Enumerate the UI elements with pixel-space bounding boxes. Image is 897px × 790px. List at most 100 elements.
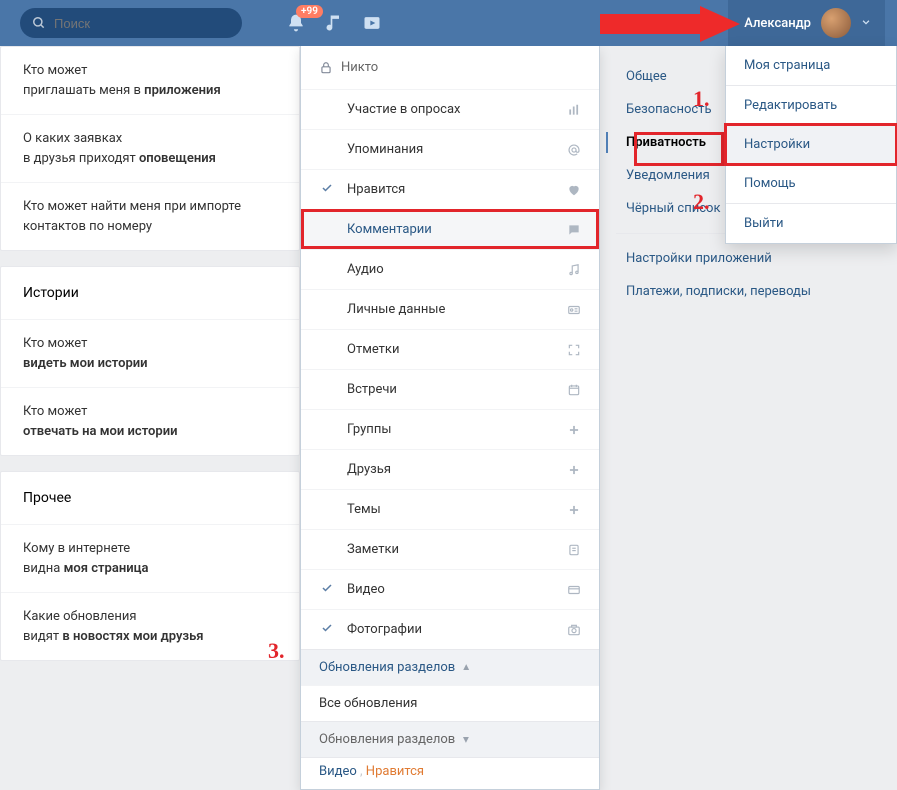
dropdown-all-updates[interactable]: Все обновления [301, 685, 599, 721]
dropdown-item[interactable]: Видео [301, 569, 599, 609]
setting-line1: Какие обновления [23, 607, 277, 627]
annotation-2: 2. [693, 189, 710, 215]
setting-row[interactable]: Кому в интернете видна моя страница [1, 524, 299, 592]
avatar [821, 8, 851, 38]
menu-settings[interactable]: Настройки [726, 125, 896, 164]
check-icon [321, 622, 333, 638]
setting-line1: Кто может найти меня при импорте [23, 197, 277, 217]
dropdown-item[interactable]: Встречи [301, 369, 599, 409]
camera-icon [567, 623, 581, 637]
setting-line1: Кто может [23, 334, 277, 354]
dropdown-item[interactable]: Нравится [301, 169, 599, 209]
setting-line1: Кто может [23, 61, 277, 81]
left-column: Кто может приглашать меня в приложения О… [0, 46, 300, 676]
nav-app-settings[interactable]: Настройки приложений [616, 242, 870, 275]
section-title: Истории [1, 267, 299, 319]
dropdown-item[interactable]: Друзья [301, 449, 599, 489]
settings-group-1: Кто может приглашать меня в приложения О… [0, 46, 300, 251]
dropdown-item-label: Отметки [347, 342, 399, 357]
nav-payments[interactable]: Платежи, подписки, переводы [616, 275, 870, 308]
dropdown-header-text: Никто [341, 60, 378, 75]
dropdown-item[interactable]: Группы [301, 409, 599, 449]
setting-line2: приглашать меня в приложения [23, 81, 277, 101]
dropdown-footer: Видео , Нравится [301, 757, 599, 789]
plus-icon [567, 463, 581, 477]
account-menu: Моя страница Редактировать Настройки Пом… [725, 46, 897, 244]
middle-column: Никто Участие в опросах Упоминания Нравитс… [300, 46, 600, 676]
topbar-icons: +99 [286, 13, 382, 33]
menu-edit[interactable]: Редактировать [726, 86, 896, 125]
check-icon [321, 182, 333, 198]
check-icon [321, 582, 333, 598]
settings-group-stories: Истории Кто может видеть мои истории Кто… [0, 266, 300, 456]
search-input[interactable] [54, 16, 230, 31]
calendar-icon [567, 383, 581, 397]
bars-icon [567, 103, 581, 117]
footer-like[interactable]: Нравится [366, 764, 424, 779]
dropdown-item-label: Комментарии [347, 222, 432, 237]
dropdown-item[interactable]: Комментарии [301, 209, 599, 249]
dropdown-item[interactable]: Отметки [301, 329, 599, 369]
topbar: +99 Александр [0, 0, 897, 46]
setting-line2: контактов по номеру [23, 217, 277, 237]
card-icon [567, 303, 581, 317]
setting-line2: видеть мои истории [23, 354, 277, 374]
menu-logout[interactable]: Выйти [726, 204, 896, 243]
footer-sep: , [360, 764, 363, 779]
dropdown-item[interactable]: Участие в опросах [301, 89, 599, 129]
dropdown-item-label: Участие в опросах [347, 102, 460, 117]
search-box[interactable] [20, 8, 242, 38]
plus-icon [567, 503, 581, 517]
annotation-3: 3. [268, 638, 285, 664]
dropdown-section[interactable]: Обновления разделов ▲ [301, 649, 599, 685]
menu-my-page[interactable]: Моя страница [726, 46, 896, 85]
setting-line1: О каких заявках [23, 129, 277, 149]
setting-line2: в друзья приходят оповещения [23, 149, 277, 169]
dropdown-section[interactable]: Обновления разделов ▲ [301, 721, 599, 757]
dropdown-item-label: Темы [347, 502, 381, 517]
setting-row[interactable]: Кто может приглашать меня в приложения [1, 47, 299, 114]
dropdown-item[interactable]: Личные данные [301, 289, 599, 329]
dropdown-item-label: Упоминания [347, 142, 423, 157]
music-icon[interactable] [324, 13, 344, 33]
search-icon [32, 16, 46, 30]
setting-line2: отвечать на мои истории [23, 422, 277, 442]
user-name: Александр [744, 16, 811, 31]
lock-icon [319, 61, 333, 75]
setting-row[interactable]: О каких заявках в друзья приходят оповещ… [1, 114, 299, 182]
plus-icon [567, 423, 581, 437]
setting-row[interactable]: Кто может найти меня при импорте контакт… [1, 182, 299, 250]
notifications-icon[interactable]: +99 [286, 13, 306, 33]
dropdown-item[interactable]: Темы [301, 489, 599, 529]
dropdown-item-label: Встречи [347, 382, 397, 397]
heart-icon [567, 183, 581, 197]
annotation-arrow [600, 6, 740, 42]
annotation-1: 1. [693, 86, 710, 112]
music-icon [567, 263, 581, 277]
dropdown-item-label: Заметки [347, 542, 399, 557]
settings-group-other: Прочее Кому в интернете видна моя страни… [0, 471, 300, 661]
dropdown-item[interactable]: Аудио [301, 249, 599, 289]
dropdown-item-label: Друзья [347, 462, 391, 477]
chevron-down-icon: ▲ [461, 734, 471, 745]
dropdown-item[interactable]: Фотографии [301, 609, 599, 649]
dropdown-item-label: Группы [347, 422, 391, 437]
dropdown-header: Никто [301, 46, 599, 89]
footer-video[interactable]: Видео [319, 764, 357, 779]
dropdown-item[interactable]: Упоминания [301, 129, 599, 169]
dropdown-item[interactable]: Заметки [301, 529, 599, 569]
setting-line1: Кому в интернете [23, 539, 277, 559]
user-menu-trigger[interactable]: Александр [728, 0, 885, 46]
dropdown-item-label: Видео [347, 582, 385, 597]
menu-help[interactable]: Помощь [726, 164, 896, 203]
setting-row[interactable]: Кто может отвечать на мои истории [1, 387, 299, 455]
setting-line2: видна моя страница [23, 559, 277, 579]
setting-row[interactable]: Какие обновления видят в новостях мои др… [1, 592, 299, 660]
video-icon[interactable] [362, 13, 382, 33]
collapse-icon: ▲ [461, 662, 471, 673]
video-icon [567, 583, 581, 597]
setting-line2: видят в новостях мои друзья [23, 627, 277, 647]
setting-row[interactable]: Кто может видеть мои истории [1, 319, 299, 387]
dropdown-item-label: Аудио [347, 262, 384, 277]
section-title: Прочее [1, 472, 299, 524]
